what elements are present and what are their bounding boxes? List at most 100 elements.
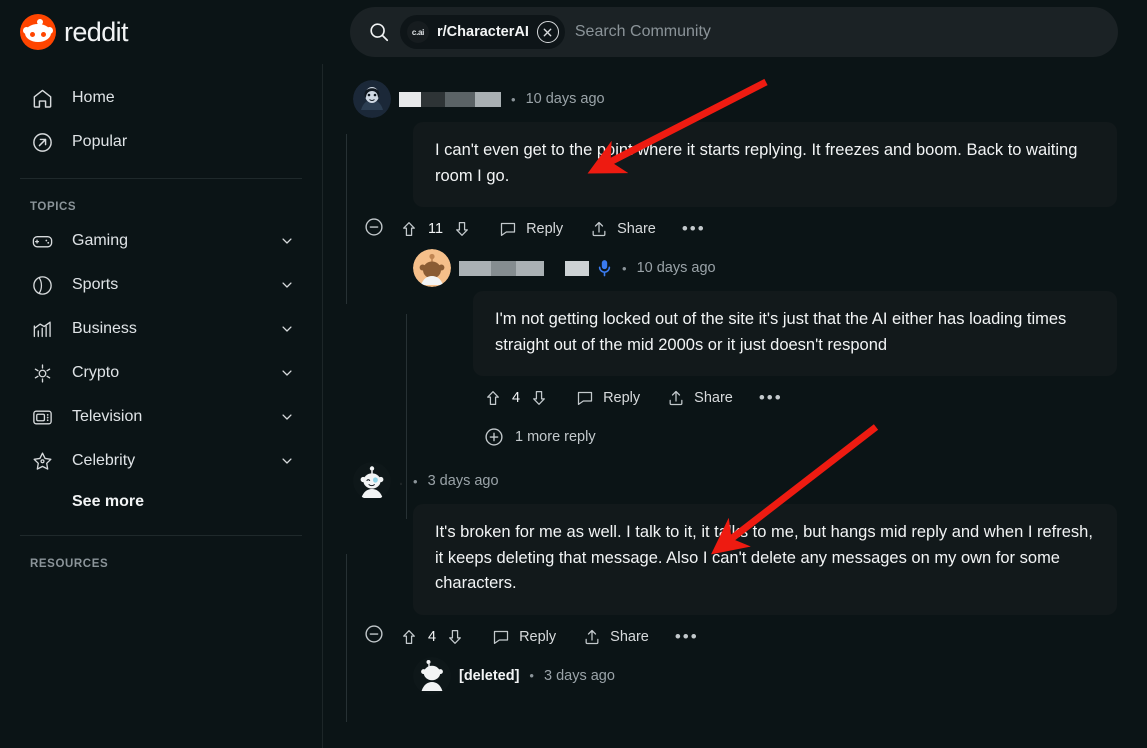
gamepad-icon: [30, 229, 54, 253]
redacted-flair[interactable]: [565, 260, 589, 276]
reddit-home-link[interactable]: reddit: [16, 14, 322, 50]
thread-line: [346, 134, 347, 304]
share-button[interactable]: Share: [589, 219, 656, 239]
sidebar-item-label: Home: [72, 89, 115, 106]
downvote-arrow-icon[interactable]: [529, 388, 549, 408]
comment-timestamp: 3 days ago: [427, 473, 499, 490]
upvote-arrow-icon[interactable]: [399, 219, 419, 239]
more-replies-button[interactable]: 1 more reply: [483, 420, 1117, 454]
chevron-down-icon[interactable]: [280, 410, 294, 424]
chevron-down-icon[interactable]: [280, 366, 294, 380]
community-filter-chip[interactable]: c.ai r/CharacterAI: [400, 15, 565, 49]
collapse-minus-icon[interactable]: [363, 216, 385, 243]
sidebar-item-label: Television: [72, 408, 143, 425]
vote-controls: 11: [399, 219, 472, 239]
avatar-white-snoo-icon: [353, 462, 391, 501]
sidebar-divider-2: [20, 535, 302, 536]
share-button[interactable]: Share: [582, 627, 649, 647]
reply-button[interactable]: Reply: [575, 388, 640, 408]
overflow-dots-icon[interactable]: •••: [675, 628, 699, 645]
sidebar-section-resources: RESOURCES: [30, 558, 109, 570]
share-button[interactable]: Share: [666, 388, 733, 408]
redacted-username[interactable]: [399, 91, 501, 107]
popular-arrow-icon: [30, 130, 54, 154]
search-icon: [370, 23, 389, 42]
avatar[interactable]: [413, 656, 451, 695]
comment-bubble-icon: [577, 392, 593, 406]
chevron-down-icon[interactable]: [280, 234, 294, 248]
chevron-down-icon[interactable]: [280, 454, 294, 468]
share-icon: [669, 391, 683, 406]
home-icon: [30, 86, 54, 110]
thread-line: [346, 554, 347, 722]
reply-label: Reply: [519, 628, 557, 645]
left-sidebar: Home Popular TOPICS Gaming Sports Busine…: [0, 64, 323, 748]
avatar-orange-snoo-icon: [413, 249, 451, 288]
sidebar-item-gaming[interactable]: Gaming: [16, 219, 306, 263]
comment-username[interactable]: .: [399, 473, 403, 489]
comment-body: It's broken for me as well. I talk to it…: [413, 504, 1117, 615]
comment-item: [deleted] • 3 days ago: [413, 656, 1117, 695]
sidebar-item-label: Crypto: [72, 364, 120, 381]
comment-item: • 10 days ago I'm not getting locked out…: [413, 249, 1117, 454]
reddit-page: reddit c.ai r/CharacterAI Search Communi…: [0, 0, 1147, 748]
avatar[interactable]: [353, 462, 391, 501]
sidebar-item-popular[interactable]: Popular: [16, 120, 306, 164]
sidebar-divider-1: [20, 178, 302, 179]
vote-controls: 4: [483, 388, 549, 408]
comment-timestamp: 3 days ago: [543, 667, 615, 684]
sidebar-item-business[interactable]: Business: [16, 307, 306, 351]
avatar-dark-character-icon: [353, 80, 391, 118]
downvote-arrow-icon[interactable]: [452, 219, 472, 239]
share-icon: [592, 222, 606, 237]
sidebar-item-celebrity[interactable]: Celebrity: [16, 439, 306, 483]
reddit-snoo-logo-icon: [20, 14, 56, 50]
top-header: reddit c.ai r/CharacterAI: [0, 0, 1147, 64]
search-bar[interactable]: c.ai r/CharacterAI: [350, 7, 1118, 57]
close-icon[interactable]: [536, 21, 559, 43]
community-avatar: c.ai: [407, 21, 429, 43]
reply-label: Reply: [526, 221, 564, 238]
sidebar-section-topics: TOPICS: [30, 201, 77, 213]
upvote-arrow-icon[interactable]: [399, 627, 419, 647]
share-label: Share: [610, 628, 649, 645]
redacted-username[interactable]: [459, 260, 544, 276]
sidebar-item-home[interactable]: Home: [16, 76, 306, 120]
search-input[interactable]: [574, 7, 1100, 57]
sidebar-item-label: Celebrity: [72, 452, 136, 469]
downvote-arrow-icon[interactable]: [445, 627, 465, 647]
comment-body: I can't even get to the point where it s…: [413, 122, 1117, 208]
overflow-dots-icon[interactable]: •••: [682, 220, 706, 237]
comment-actions: 11 Reply Share •••: [363, 207, 1117, 251]
chevron-down-icon[interactable]: [280, 278, 294, 292]
sidebar-item-crypto[interactable]: Crypto: [16, 351, 306, 395]
comment-item: • 10 days ago I can't even get to the po…: [353, 80, 1117, 251]
comment-header: • 10 days ago: [353, 80, 1117, 118]
comment-actions: 4 Reply Share •••: [483, 376, 1117, 420]
reply-button[interactable]: Reply: [498, 219, 563, 239]
sidebar-item-label: Sports: [72, 276, 119, 293]
sidebar-item-sports[interactable]: Sports: [16, 263, 306, 307]
comment-timestamp: 10 days ago: [636, 260, 716, 277]
expand-plus-icon: [485, 428, 503, 446]
separator-dot: •: [529, 668, 534, 684]
comment-bubble-icon: [500, 223, 516, 237]
comment-score: 11: [428, 221, 444, 238]
collapse-minus-icon[interactable]: [363, 623, 385, 650]
avatar[interactable]: [413, 249, 451, 288]
overflow-dots-icon[interactable]: •••: [759, 389, 783, 406]
comment-score: 4: [428, 628, 437, 645]
sidebar-item-television[interactable]: Television: [16, 395, 306, 439]
reply-button[interactable]: Reply: [491, 627, 556, 647]
close-glyph: [543, 28, 552, 36]
upvote-arrow-icon[interactable]: [483, 388, 503, 408]
comment-timestamp: 10 days ago: [525, 91, 605, 107]
avatar-white-snoo-icon: [413, 656, 451, 695]
see-more-button[interactable]: See more: [16, 483, 306, 521]
share-label: Share: [617, 221, 656, 238]
television-icon: [30, 405, 54, 429]
search-area: c.ai r/CharacterAI: [322, 7, 1131, 57]
comment-username: [deleted]: [459, 667, 520, 684]
avatar[interactable]: [353, 80, 391, 118]
chevron-down-icon[interactable]: [280, 322, 294, 336]
